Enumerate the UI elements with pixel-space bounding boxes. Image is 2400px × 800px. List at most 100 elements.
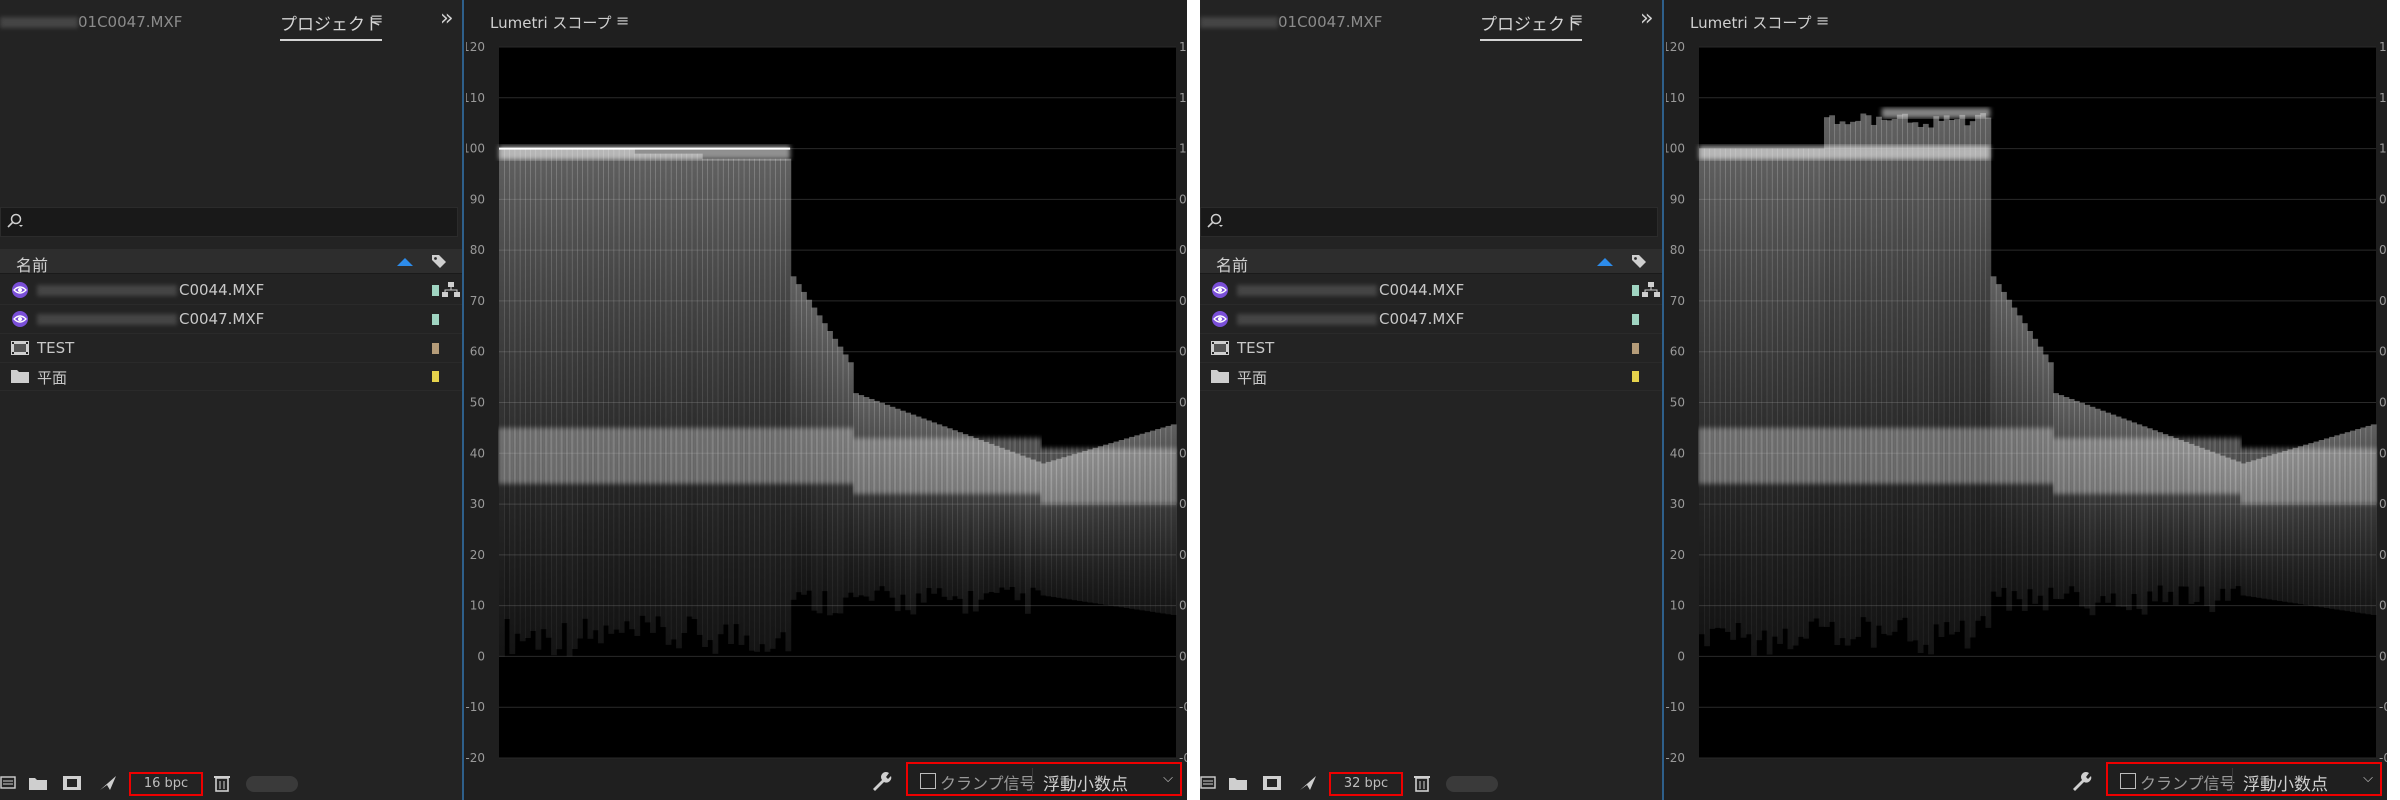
waveform-band [571, 427, 578, 484]
waveform-column [587, 148, 594, 639]
waveform-column [1954, 119, 1960, 632]
search-input[interactable] [1200, 207, 1658, 237]
list-view-icon[interactable] [0, 774, 20, 792]
waveform-band [1870, 427, 1877, 484]
waveform-band [2172, 438, 2179, 494]
project-item-row[interactable]: C0044.MXF [1200, 276, 1662, 305]
new-bin-icon[interactable] [1228, 774, 1248, 792]
waveform-column [509, 148, 516, 655]
project-item-row[interactable]: C0047.MXF [1200, 305, 1662, 334]
tag-icon[interactable] [430, 253, 448, 269]
waveform-band [592, 427, 599, 484]
scope-axis-label-left: 80 [470, 243, 485, 257]
waveform-band [2313, 448, 2320, 505]
waveform-column [1709, 148, 1716, 629]
label-color-swatch[interactable] [1632, 285, 1639, 296]
trash-icon[interactable] [212, 774, 232, 792]
sort-arrow-icon[interactable] [1597, 258, 1613, 266]
waveform-band [1782, 427, 1789, 484]
label-color-swatch[interactable] [1632, 371, 1639, 382]
project-item-row[interactable]: 平面 [1200, 362, 1662, 391]
zoom-slider[interactable] [1446, 776, 1498, 792]
project-item-row[interactable]: C0044.MXF [0, 276, 462, 305]
waveform-scope: 1201.21101.11001.0900.9800.8700.7600.650… [1666, 40, 2387, 762]
waveform-band [2287, 448, 2294, 505]
waveform-band [1139, 448, 1146, 505]
waveform-band [811, 427, 818, 484]
waveform-band [884, 438, 891, 494]
label-color-swatch[interactable] [1632, 343, 1639, 354]
wrench-icon[interactable] [870, 770, 892, 792]
automate-icon[interactable] [1298, 774, 1318, 792]
waveform-band [769, 427, 776, 484]
tag-icon[interactable] [1630, 253, 1648, 269]
hamburger-menu-icon[interactable]: ≡ [616, 11, 629, 30]
waveform-band [551, 427, 557, 484]
automate-icon[interactable] [98, 774, 118, 792]
waveform-band [2235, 438, 2242, 494]
label-color-swatch[interactable] [432, 285, 439, 296]
waveform-band [2339, 448, 2346, 505]
clamp-and-precision-group: クランプ信号 浮動小数点 ⌵ [2106, 762, 2382, 796]
scope-axis-label-right: 0.9 [2379, 192, 2387, 206]
label-color-swatch[interactable] [432, 343, 439, 354]
new-bin-icon[interactable] [28, 774, 48, 792]
waveform-column [873, 400, 880, 591]
waveform-band [540, 427, 547, 484]
item-name: C0047.MXF [37, 310, 264, 328]
waveform-band [733, 427, 740, 484]
new-item-icon[interactable] [62, 774, 82, 792]
zoom-slider[interactable] [246, 776, 298, 792]
project-item-row[interactable]: 平面 [0, 362, 462, 391]
item-name-text: 平面 [37, 369, 68, 387]
column-header: 名前 [0, 249, 462, 276]
item-name: TEST [37, 339, 74, 357]
waveform-band [1886, 427, 1893, 484]
wrench-icon[interactable] [2070, 770, 2092, 792]
waveform-band [561, 427, 568, 484]
hamburger-menu-icon[interactable]: ≡ [1816, 11, 1829, 30]
label-color-swatch[interactable] [432, 314, 439, 325]
project-item-row[interactable]: TEST [1200, 334, 1662, 363]
source-file-tab[interactable]: 01C0047.MXF [0, 13, 182, 31]
project-item-row[interactable]: C0047.MXF [0, 305, 462, 334]
source-file-tab[interactable]: 01C0047.MXF [1200, 13, 1382, 31]
hamburger-menu-icon[interactable]: ≡ [370, 9, 383, 28]
waveform-band [780, 427, 787, 484]
expand-panels-icon[interactable]: ›› [1640, 6, 1653, 31]
waveform-column [1756, 148, 1763, 641]
label-color-swatch[interactable] [432, 371, 439, 382]
waveform-column [1850, 121, 1856, 640]
column-name[interactable]: 名前 [1216, 252, 1248, 276]
waveform-column [1823, 117, 1830, 627]
waveform-column [1959, 114, 1966, 621]
project-item-row[interactable]: TEST [0, 334, 462, 363]
list-view-icon[interactable] [1200, 774, 1220, 792]
expand-panels-icon[interactable]: ›› [440, 6, 453, 31]
clamp-signal-label: クランプ信号 [2140, 774, 2236, 793]
waveform-column [1751, 148, 1757, 656]
clamp-signal-checkbox[interactable] [2120, 773, 2136, 789]
sort-arrow-icon[interactable] [397, 258, 413, 266]
waveform-band [962, 438, 969, 494]
hamburger-menu-icon[interactable]: ≡ [1570, 9, 1583, 28]
trash-icon[interactable] [1412, 774, 1432, 792]
waveform-band [1170, 448, 1177, 505]
clamp-signal-checkbox[interactable] [920, 773, 936, 789]
scope-axis-label-right: 1.1 [1179, 91, 1187, 105]
waveform-band [978, 438, 984, 494]
column-name[interactable]: 名前 [16, 252, 48, 276]
waveform-column [780, 158, 787, 633]
waveform-band [1933, 427, 1940, 484]
lumetri-scope-panel: Lumetri スコープ ≡ 1201.21101.11001.0900.980… [1666, 0, 2387, 800]
waveform-band [2146, 438, 2153, 494]
search-input[interactable] [0, 207, 458, 237]
new-item-icon[interactable] [1262, 774, 1282, 792]
precision-select[interactable]: 浮動小数点 ⌵ [2232, 768, 2375, 795]
tab-project[interactable]: プロジェクト [1480, 10, 1582, 41]
tab-project[interactable]: プロジェクト [280, 10, 382, 41]
label-color-swatch[interactable] [1632, 314, 1639, 325]
precision-select[interactable]: 浮動小数点 ⌵ [1032, 768, 1175, 795]
waveform-band [1009, 438, 1016, 494]
waveform-band [879, 438, 885, 494]
